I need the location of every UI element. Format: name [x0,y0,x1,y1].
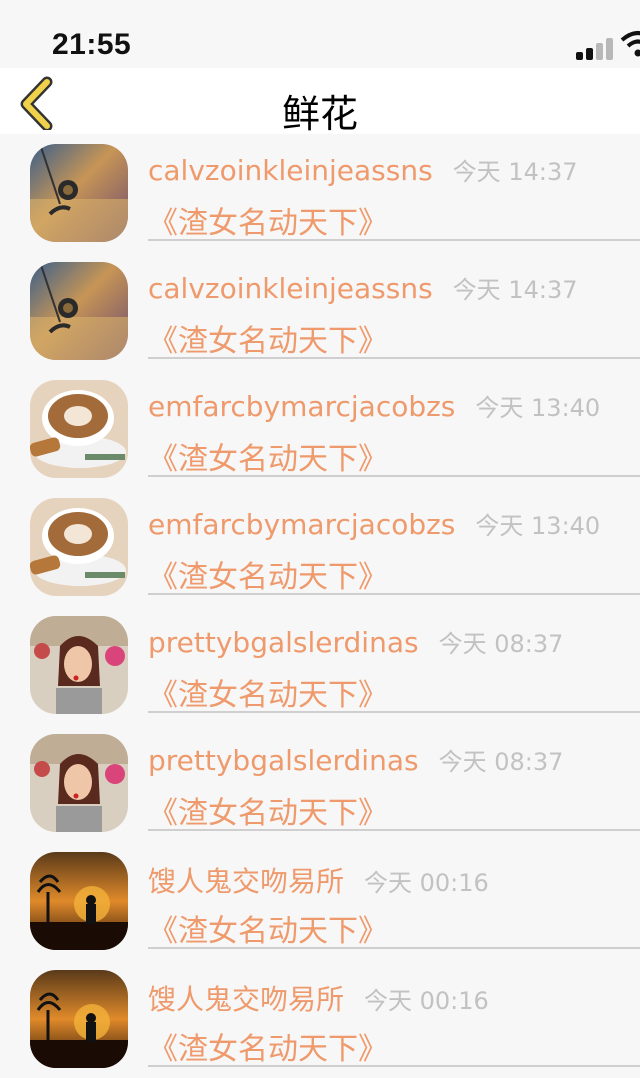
book-title: 《渣女名动天下》 [148,552,388,596]
user-name: calvzoinkleinjeassns [148,272,433,305]
message-time: 今天 14:37 [453,276,578,304]
divider [148,357,640,359]
woman-avatar[interactable] [30,616,128,714]
book-title: 《渣女名动天下》 [148,1024,388,1068]
sunset-avatar[interactable] [30,852,128,950]
list-item[interactable]: calvzoinkleinjeassns 今天 14:37 《渣女名动天下》 [0,252,640,370]
book-title: 《渣女名动天下》 [148,434,388,478]
user-name: prettybgalslerdinas [148,626,419,659]
navigation-bar: 鲜花 [0,68,640,134]
list-item[interactable]: calvzoinkleinjeassns 今天 14:37 《渣女名动天下》 [0,134,640,252]
message-time: 今天 14:37 [453,158,578,186]
list-item[interactable]: emfarcbymarcjacobzs 今天 13:40 《渣女名动天下》 [0,370,640,488]
coffee-avatar[interactable] [30,380,128,478]
list-item[interactable]: 馊人鬼交吻易所今天 00:16 《渣女名动天下》 [0,960,640,1078]
list-item[interactable]: prettybgalslerdinas 今天 08:37 《渣女名动天下》 [0,724,640,842]
wifi-icon [618,30,640,60]
book-title: 《渣女名动天下》 [148,198,388,242]
message-list: calvzoinkleinjeassns 今天 14:37 《渣女名动天下》 [0,134,640,1078]
user-name: 馊人鬼交吻易所 [148,865,344,898]
book-title: 《渣女名动天下》 [148,670,388,714]
user-name: emfarcbymarcjacobzs [148,390,455,423]
sunset-avatar[interactable] [30,970,128,1068]
divider [148,593,640,595]
snail-avatar[interactable] [30,262,128,360]
woman-avatar[interactable] [30,734,128,832]
message-time: 今天 13:40 [475,512,600,540]
user-name: emfarcbymarcjacobzs [148,508,455,541]
message-time: 今天 08:37 [439,748,564,776]
user-name: 馊人鬼交吻易所 [148,983,344,1016]
divider [148,829,640,831]
user-name: calvzoinkleinjeassns [148,154,433,187]
divider [148,711,640,713]
status-bar: 21:55 [0,0,640,68]
list-item[interactable]: emfarcbymarcjacobzs 今天 13:40 《渣女名动天下》 [0,488,640,606]
divider [148,947,640,949]
book-title: 《渣女名动天下》 [148,788,388,832]
message-time: 今天 08:37 [439,630,564,658]
divider [148,475,640,477]
snail-avatar[interactable] [30,144,128,242]
user-name: prettybgalslerdinas [148,744,419,777]
cellular-signal-icon [576,36,616,60]
divider [148,239,640,241]
message-time: 今天 13:40 [475,394,600,422]
message-time: 今天 00:16 [364,987,489,1015]
book-title: 《渣女名动天下》 [148,316,388,360]
coffee-avatar[interactable] [30,498,128,596]
list-item[interactable]: prettybgalslerdinas 今天 08:37 《渣女名动天下》 [0,606,640,724]
book-title: 《渣女名动天下》 [148,906,388,950]
divider [148,1065,640,1067]
list-item[interactable]: 馊人鬼交吻易所今天 00:16 《渣女名动天下》 [0,842,640,960]
message-time: 今天 00:16 [364,869,489,897]
status-time: 21:55 [52,28,131,62]
